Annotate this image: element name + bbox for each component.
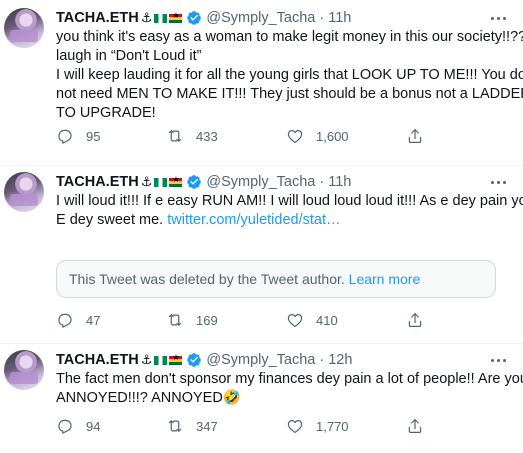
like-button[interactable]: 410 — [286, 310, 338, 330]
like-count: 1,770 — [316, 418, 349, 434]
tweet-actions: 95 433 1,600 — [56, 126, 476, 146]
user-handle[interactable]: @Symply_Tacha — [206, 352, 315, 368]
nigeria-flag-icon — [154, 13, 168, 23]
share-button[interactable] — [406, 310, 424, 330]
tweet-link[interactable]: twitter.com/yuletided/stat… — [167, 212, 340, 228]
verified-badge-icon — [187, 353, 202, 367]
avatar[interactable] — [4, 172, 44, 212]
like-button[interactable]: 1,600 — [286, 126, 349, 146]
retweet-button[interactable]: 347 — [166, 416, 218, 436]
display-name[interactable]: TACHA.ETH — [56, 174, 139, 190]
display-name[interactable]: TACHA.ETH — [56, 10, 139, 26]
tweet-text-line: I will keep lauding it for all the young… — [56, 67, 523, 83]
retweet-count: 433 — [196, 128, 218, 144]
retweet-button[interactable]: 433 — [166, 126, 218, 146]
tweet-text-line-start: E dey sweet me. — [56, 212, 168, 228]
share-icon — [408, 419, 422, 433]
share-button[interactable] — [406, 126, 424, 146]
timestamp[interactable]: 12h — [328, 352, 352, 368]
tweet-header: TACHA.ETH ⚓ @Symply_Tacha · 12h — [56, 350, 352, 370]
tweet-text: I will loud it!!! If e easy RUN AM!! I w… — [56, 192, 523, 230]
tweet-text-line: not need MEN TO MAKE IT!!! They just sho… — [56, 86, 523, 102]
nigeria-flag-icon — [154, 177, 168, 187]
share-icon — [408, 313, 422, 327]
tweet-actions: 94 347 1,770 — [56, 416, 476, 436]
like-count: 410 — [316, 312, 338, 328]
tweet-header: TACHA.ETH ⚓ @Symply_Tacha · 11h — [56, 172, 351, 192]
tweet[interactable]: TACHA.ETH ⚓ @Symply_Tacha · 12h The fact… — [0, 344, 523, 453]
ghana-flag-icon — [169, 11, 183, 23]
more-icon[interactable] — [487, 9, 509, 27]
user-handle[interactable]: @Symply_Tacha — [206, 174, 315, 190]
tweet-feed: TACHA.ETH ⚓ @Symply_Tacha · 11h you thin… — [0, 0, 523, 453]
reply-button[interactable]: 95 — [56, 126, 100, 146]
tweet-text-line: ANNOYED!!!? ANNOYED🤣 — [56, 390, 241, 406]
ghana-flag-icon — [169, 175, 183, 187]
anchor-icon: ⚓ — [140, 10, 153, 26]
verified-badge-icon — [187, 175, 202, 189]
reply-icon — [58, 129, 72, 144]
quoted-tweet-deleted[interactable]: This Tweet was deleted by the Tweet auth… — [56, 260, 496, 298]
verified-badge-icon — [187, 11, 202, 25]
tweet[interactable]: TACHA.ETH ⚓ @Symply_Tacha · 11h you thin… — [0, 0, 523, 166]
retweet-count: 169 — [196, 312, 218, 328]
separator-dot: · — [319, 10, 325, 26]
retweet-button[interactable]: 169 — [166, 310, 218, 330]
retweet-icon — [168, 130, 182, 142]
timestamp[interactable]: 11h — [328, 10, 351, 26]
retweet-icon — [168, 314, 182, 326]
separator-dot: · — [319, 174, 325, 190]
timestamp[interactable]: 11h — [328, 174, 351, 190]
tweet-actions: 47 169 410 — [56, 310, 476, 330]
reply-button[interactable]: 94 — [56, 416, 100, 436]
user-handle[interactable]: @Symply_Tacha — [206, 10, 315, 26]
tweet-text-line: The fact men don't sponsor my finances d… — [56, 371, 523, 387]
like-icon — [287, 314, 303, 327]
deleted-notice: This Tweet was deleted by the Tweet auth… — [69, 271, 349, 287]
retweet-icon — [168, 420, 182, 432]
reply-count: 47 — [86, 312, 101, 328]
share-icon — [408, 129, 422, 143]
like-icon — [287, 420, 303, 433]
tweet-text: The fact men don't sponsor my finances d… — [56, 370, 523, 408]
tweet[interactable]: TACHA.ETH ⚓ @Symply_Tacha · 11h I will l… — [0, 166, 523, 344]
tweet-text-line: I will loud it!!! If e easy RUN AM!! I w… — [56, 193, 523, 209]
retweet-count: 347 — [196, 418, 218, 434]
reply-icon — [58, 419, 72, 434]
tweet-text-line: TO UPGRADE! — [56, 105, 156, 121]
display-name[interactable]: TACHA.ETH — [56, 352, 139, 368]
more-icon[interactable] — [487, 351, 509, 369]
separator-dot: · — [319, 352, 325, 368]
avatar[interactable] — [4, 350, 44, 390]
nigeria-flag-icon — [154, 355, 168, 365]
like-button[interactable]: 1,770 — [286, 416, 349, 436]
reply-count: 95 — [86, 128, 101, 144]
tweet-text-line: E dey sweet me. twitter.com/yuletided/st… — [56, 211, 504, 230]
anchor-icon: ⚓ — [140, 352, 153, 368]
tweet-text: you think it's easy as a woman to make l… — [56, 28, 523, 123]
tweet-header: TACHA.ETH ⚓ @Symply_Tacha · 11h — [56, 8, 351, 28]
learn-more-link[interactable]: Learn more — [349, 271, 421, 287]
anchor-icon: ⚓ — [140, 174, 153, 190]
more-icon[interactable] — [487, 173, 509, 191]
reply-count: 94 — [86, 418, 101, 434]
like-count: 1,600 — [316, 128, 349, 144]
tweet-text-line: you think it's easy as a woman to make l… — [56, 29, 523, 45]
like-icon — [287, 130, 303, 143]
reply-icon — [58, 313, 72, 328]
share-button[interactable] — [406, 416, 424, 436]
tweet-text-line: laugh in “Don't Loud it” — [56, 48, 202, 64]
avatar[interactable] — [4, 8, 44, 48]
reply-button[interactable]: 47 — [56, 310, 100, 330]
ghana-flag-icon — [169, 353, 183, 365]
